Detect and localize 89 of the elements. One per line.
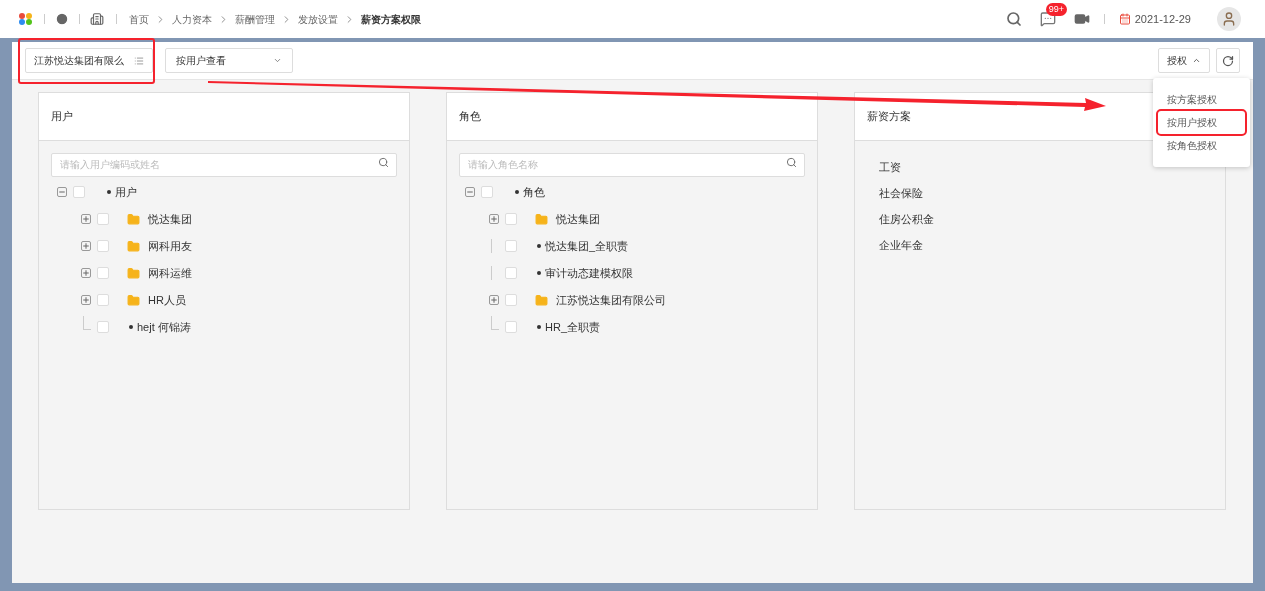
breadcrumb-item[interactable]: 人力资本	[172, 11, 212, 27]
folder-icon	[127, 266, 140, 280]
plus-icon	[82, 296, 90, 304]
tree-node-label[interactable]: HR_全职责	[545, 318, 600, 336]
checkbox[interactable]	[97, 213, 109, 225]
tree-node-label[interactable]: 网科运维	[148, 264, 192, 282]
folder-icon	[535, 293, 548, 307]
refresh-icon	[1222, 54, 1234, 67]
breadcrumb-item[interactable]: 首页	[129, 11, 149, 27]
minus-icon	[58, 188, 66, 196]
plus-icon	[82, 242, 90, 250]
checkbox[interactable]	[97, 321, 109, 333]
checkbox[interactable]	[505, 213, 517, 225]
tree-node-label[interactable]: hejt 何锦涛	[137, 318, 191, 336]
refresh-button[interactable]	[1216, 48, 1240, 73]
tree-node-label[interactable]: 悦达集团	[556, 210, 600, 228]
tree-node-label[interactable]: 江苏悦达集团有限公司	[556, 291, 666, 309]
logo-icon	[18, 12, 34, 26]
checkbox[interactable]	[505, 294, 517, 306]
tree-node-label[interactable]: 角色	[523, 183, 545, 201]
minus-icon	[466, 188, 474, 196]
building-icon[interactable]	[90, 12, 104, 26]
tree-connector	[83, 316, 91, 330]
notification-badge: 99+	[1045, 3, 1067, 16]
expand-toggle[interactable]	[489, 214, 499, 224]
search-field[interactable]: 请输入用户编码或姓名	[51, 152, 397, 177]
tree-node-label[interactable]: 网科用友	[148, 237, 192, 255]
caret-icon	[273, 56, 282, 65]
expand-toggle[interactable]	[81, 241, 91, 251]
tree-node-label[interactable]: 用户	[115, 183, 137, 201]
checkbox[interactable]	[481, 186, 493, 198]
breadcrumb-item[interactable]: 薪酬管理	[235, 11, 275, 27]
folder-icon	[127, 212, 140, 226]
tree-node-label[interactable]: 悦达集团	[148, 210, 192, 228]
collapse-toggle[interactable]	[465, 187, 475, 197]
plan-item[interactable]: 企业年金	[879, 237, 1201, 254]
view-select[interactable]: 按用户查看	[165, 48, 293, 73]
menu-item[interactable]: 按角色授权	[1158, 134, 1245, 157]
panel-title: 角色	[459, 109, 481, 125]
list-icon	[134, 55, 144, 66]
panel-title: 薪资方案	[867, 109, 911, 125]
panel-title: 用户	[51, 109, 73, 125]
plus-icon	[490, 215, 498, 223]
avatar[interactable]	[1217, 7, 1241, 31]
tree-connector	[491, 316, 499, 330]
tree-node-label[interactable]: HR人员	[148, 291, 186, 309]
bullet-icon	[107, 190, 111, 194]
bullet-icon	[537, 325, 541, 329]
plan-item[interactable]: 住房公积金	[879, 211, 1201, 228]
expand-toggle[interactable]	[81, 268, 91, 278]
chat-icon[interactable]	[1039, 11, 1056, 27]
folder-icon	[535, 212, 548, 226]
org-select[interactable]: 江苏悦达集团有限么	[25, 48, 153, 73]
plus-icon	[82, 215, 90, 223]
bullet-icon	[537, 244, 541, 248]
caret-icon	[1192, 56, 1201, 65]
plan-item[interactable]: 社会保险	[879, 185, 1201, 202]
search-icon[interactable]	[1005, 11, 1022, 27]
bullet-icon	[515, 190, 519, 194]
collapse-toggle[interactable]	[57, 187, 67, 197]
menu-item[interactable]: 按用户授权	[1158, 111, 1245, 134]
plus-icon	[82, 269, 90, 277]
folder-icon	[127, 293, 140, 307]
breadcrumb-item[interactable]: 发放设置	[298, 11, 338, 27]
bullet-icon	[129, 325, 133, 329]
checkbox[interactable]	[505, 321, 517, 333]
checkbox[interactable]	[505, 267, 517, 279]
checkbox[interactable]	[97, 267, 109, 279]
checkbox[interactable]	[97, 240, 109, 252]
tree-node-label[interactable]: 审计动态建模权限	[545, 264, 633, 282]
authorize-button[interactable]: 授权	[1158, 48, 1210, 73]
bullet-icon	[537, 271, 541, 275]
plus-icon	[490, 296, 498, 304]
search-field[interactable]: 请输入角色名称	[459, 152, 805, 177]
calendar-icon	[1118, 13, 1131, 25]
search-icon	[378, 157, 389, 168]
expand-toggle[interactable]	[81, 214, 91, 224]
checkbox[interactable]	[505, 240, 517, 252]
checkbox[interactable]	[97, 294, 109, 306]
breadcrumb-item[interactable]: 薪资方案权限	[361, 11, 421, 27]
folder-icon	[127, 239, 140, 253]
search-icon	[786, 157, 797, 168]
menu-item[interactable]: 按方案授权	[1158, 88, 1245, 111]
tree-node-label[interactable]: 悦达集团_全职责	[545, 237, 629, 255]
expand-toggle[interactable]	[489, 295, 499, 305]
expand-toggle[interactable]	[81, 295, 91, 305]
date-label: 2021-12-29	[1134, 11, 1191, 27]
video-icon[interactable]	[1073, 11, 1090, 27]
checkbox[interactable]	[73, 186, 85, 198]
